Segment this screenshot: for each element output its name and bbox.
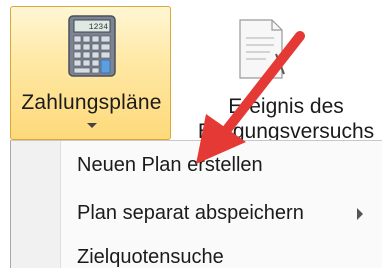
menu-item-zielquotensuche[interactable]: Zielquotensuche bbox=[77, 246, 224, 268]
ereignis-label-line1: Ereignis des bbox=[228, 95, 344, 118]
chevron-right-icon bbox=[357, 208, 363, 220]
menu-item-neuen-plan[interactable]: Neuen Plan erstellen bbox=[77, 154, 263, 177]
menu-item-plan-separat[interactable]: Plan separat abspeichern bbox=[77, 202, 304, 225]
ereignis-ribbon-button[interactable]: Ereignis des Einigungsversuchs bbox=[190, 6, 382, 143]
ereignis-label: Ereignis des Einigungsversuchs bbox=[190, 94, 382, 144]
zahlungsplaene-ribbon-button[interactable]: 1234 Zahlungspläne bbox=[10, 6, 171, 140]
svg-text:1234: 1234 bbox=[89, 23, 108, 32]
zahlungsplaene-dropdown-menu: Neuen Plan erstellen Plan separat abspei… bbox=[10, 140, 382, 268]
calculator-icon: 1234 bbox=[68, 15, 116, 77]
chevron-down-icon bbox=[87, 123, 97, 128]
zahlungsplaene-label: Zahlungspläne bbox=[21, 91, 162, 114]
menu-icon-gutter bbox=[11, 141, 61, 268]
document-icon bbox=[239, 19, 285, 79]
